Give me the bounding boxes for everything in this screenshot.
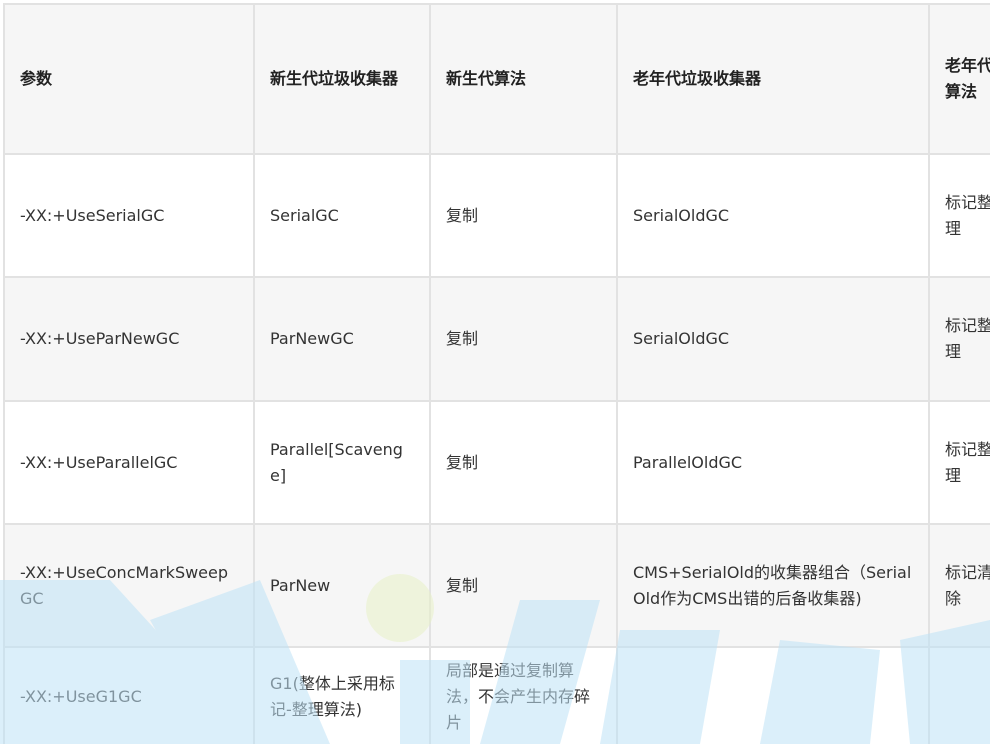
table-cell: G1(整体上采用标记-整理算法) (253, 646, 431, 744)
table-cell: -XX:+UseParNewGC (3, 276, 255, 402)
table-cell: 标记整理 (928, 400, 990, 525)
table-cell: 复制 (429, 276, 618, 402)
table-cell: ParallelOldGC (616, 400, 930, 525)
table-cell: SerialGC (253, 153, 431, 278)
table-cell: ParNewGC (253, 276, 431, 402)
table-cell (616, 646, 930, 744)
table-cell: CMS+SerialOld的收集器组合（Serial Old作为CMS出错的后备… (616, 523, 930, 648)
table-cell: -XX:+UseG1GC (3, 646, 255, 744)
table-cell: SerialOldGC (616, 276, 930, 402)
header-cell: 参数 (3, 3, 255, 155)
table-row: -XX:+UseParNewGC ParNewGC 复制 SerialOldGC… (3, 276, 990, 402)
table-cell: 局部是通过复制算法，不会产生内存碎片 (429, 646, 618, 744)
table-cell: 复制 (429, 400, 618, 525)
page: 参数 新生代垃圾收集器 新生代算法 老年代垃圾收集器 老年代算法 -XX:+Us… (0, 0, 990, 744)
table-cell: 复制 (429, 523, 618, 648)
table-cell: ParNew (253, 523, 431, 648)
header-cell: 老年代垃圾收集器 (616, 3, 930, 155)
table-cell (928, 646, 990, 744)
table-cell: -XX:+UseConcMarkSweepGC (3, 523, 255, 648)
header-cell: 老年代算法 (928, 3, 990, 155)
table-cell: -XX:+UseParallelGC (3, 400, 255, 525)
table-row: -XX:+UseParallelGC Parallel[Scavenge] 复制… (3, 400, 990, 525)
table-row: -XX:+UseConcMarkSweepGC ParNew 复制 CMS+Se… (3, 523, 990, 648)
table-cell: 标记整理 (928, 276, 990, 402)
table-header-row: 参数 新生代垃圾收集器 新生代算法 老年代垃圾收集器 老年代算法 (3, 3, 990, 155)
table-cell: SerialOldGC (616, 153, 930, 278)
table-cell: -XX:+UseSerialGC (3, 153, 255, 278)
table-cell: 复制 (429, 153, 618, 278)
table-cell: 标记整理 (928, 153, 990, 278)
table-cell: Parallel[Scavenge] (253, 400, 431, 525)
gc-parameter-table: 参数 新生代垃圾收集器 新生代算法 老年代垃圾收集器 老年代算法 -XX:+Us… (3, 3, 990, 744)
table-row: -XX:+UseG1GC G1(整体上采用标记-整理算法) 局部是通过复制算法，… (3, 646, 990, 744)
table-cell: 标记清除 (928, 523, 990, 648)
header-cell: 新生代算法 (429, 3, 618, 155)
header-cell: 新生代垃圾收集器 (253, 3, 431, 155)
table-row: -XX:+UseSerialGC SerialGC 复制 SerialOldGC… (3, 153, 990, 278)
